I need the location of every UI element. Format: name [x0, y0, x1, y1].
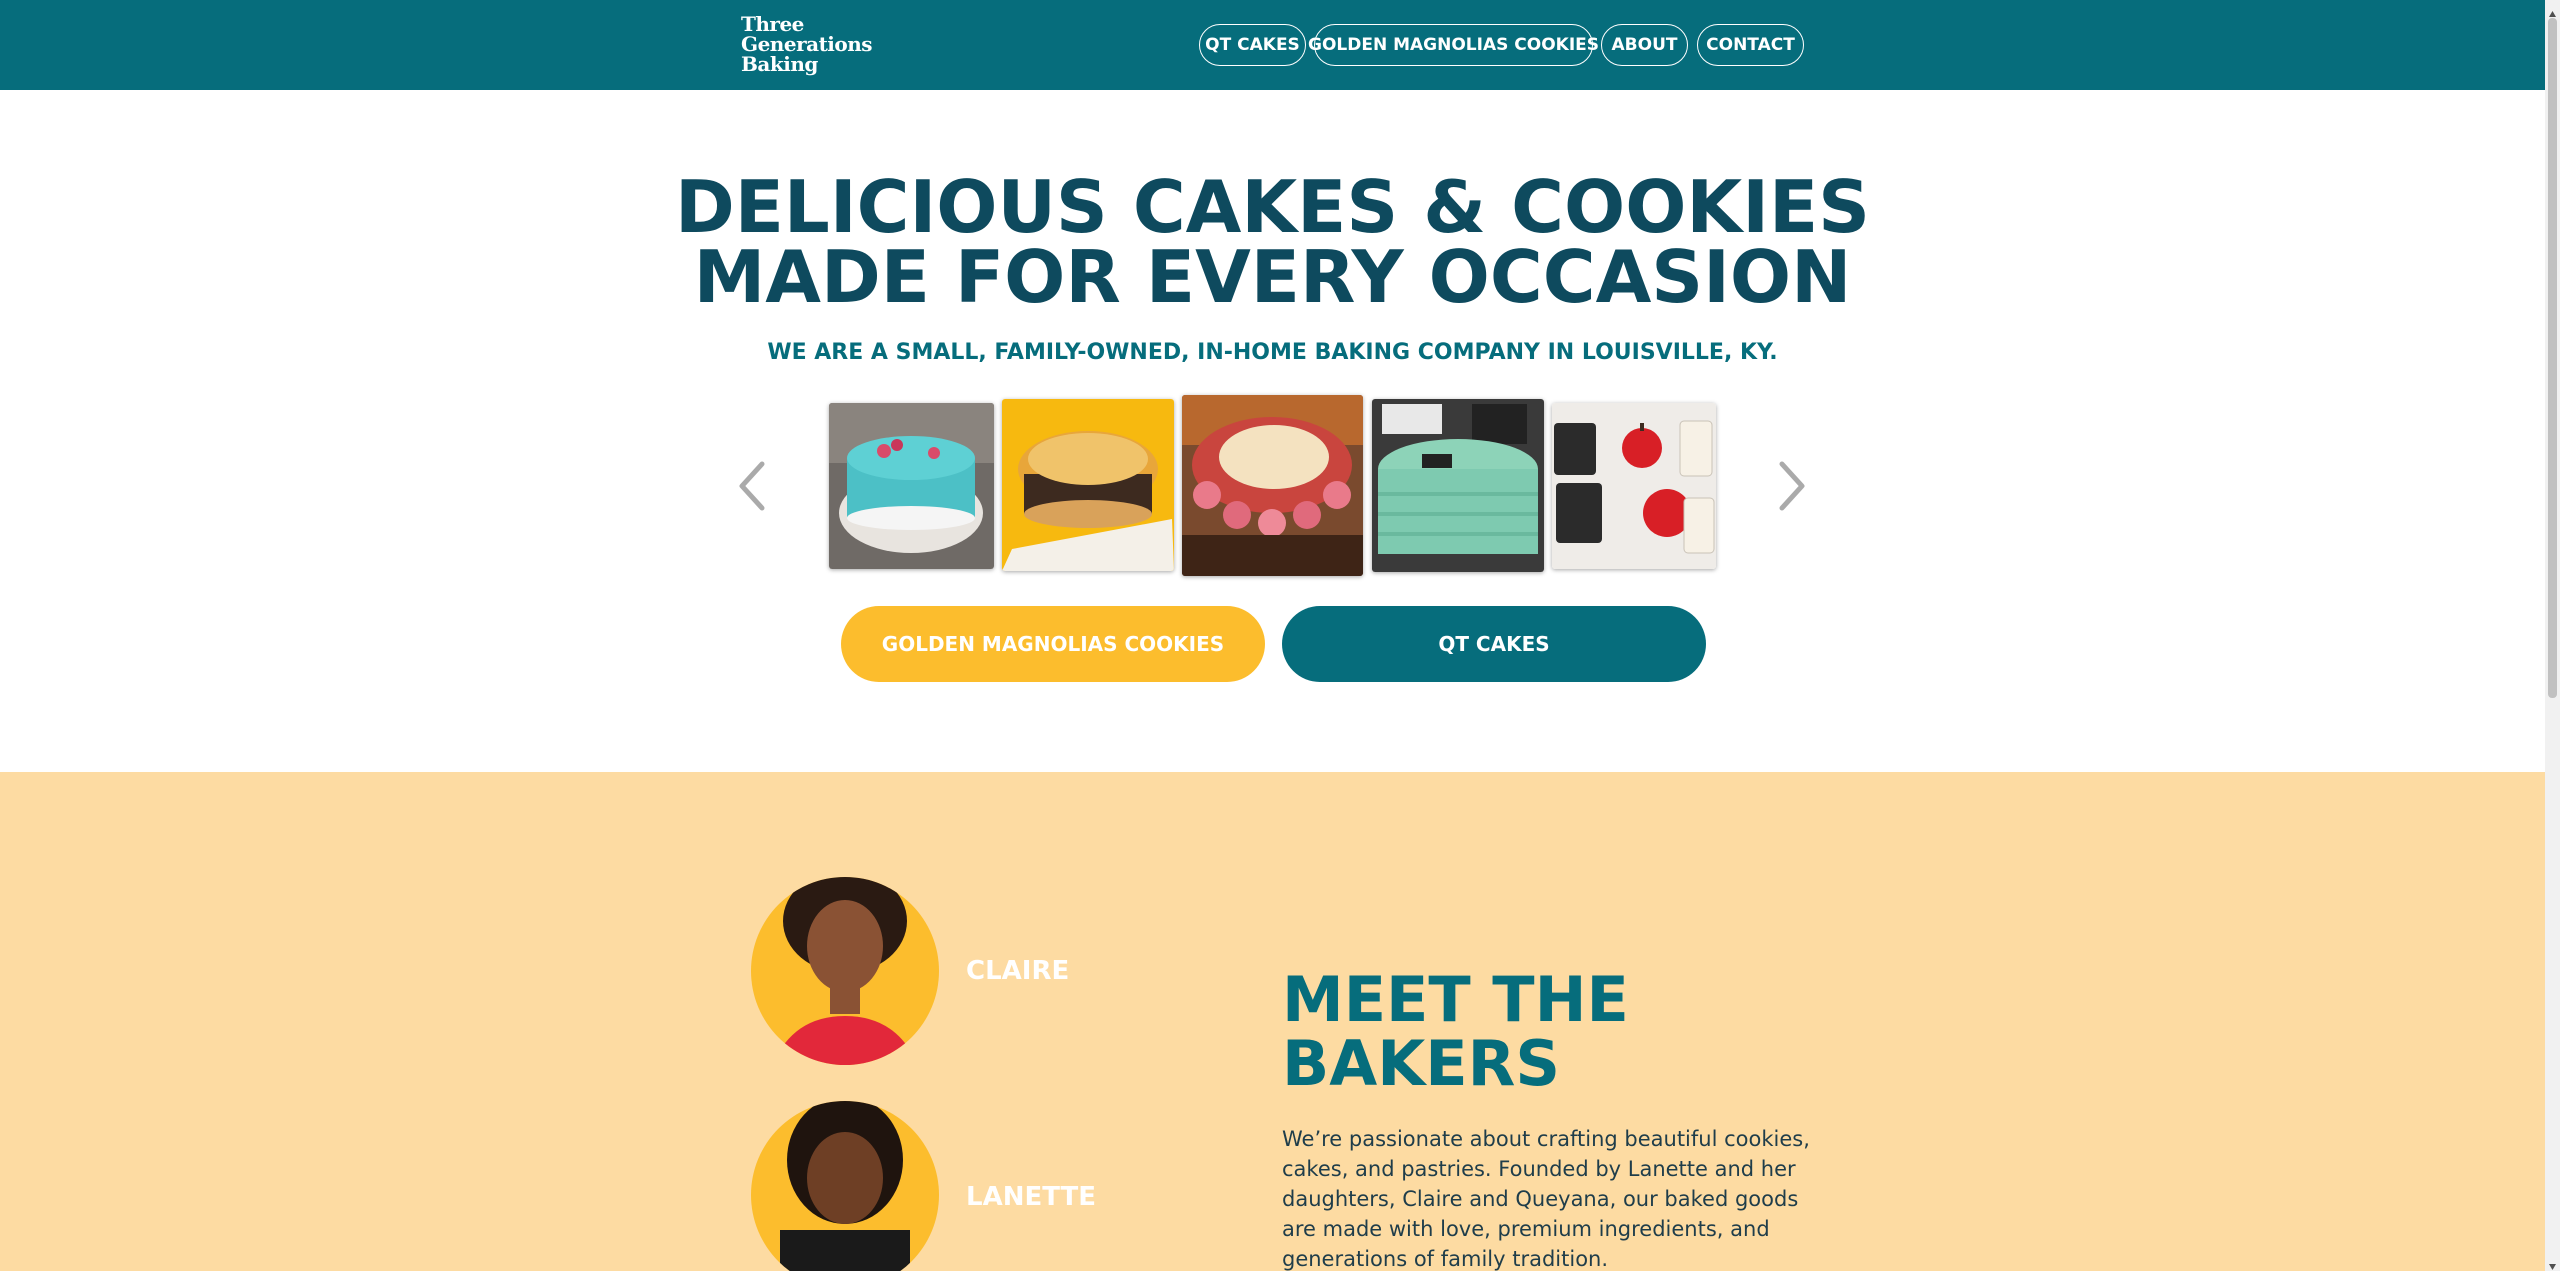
chevron-left-icon[interactable]: [732, 456, 772, 516]
baker-name-claire: CLAIRE: [966, 956, 1070, 986]
lanette-avatar: [750, 1090, 940, 1271]
meet-the-bakers-title: MEET THE BAKERS: [1282, 968, 1629, 1096]
scroll-up-icon[interactable]: [2548, 4, 2557, 17]
nav-golden-magnolias-cookies[interactable]: GOLDEN MAGNOLIAS COOKIES: [1308, 24, 1599, 66]
hero-title-line-1: DELICIOUS CAKES & COOKIES: [674, 165, 1871, 249]
meet-title-line-2: BAKERS: [1282, 1027, 1561, 1100]
meet-the-bakers-section: [0, 772, 2545, 1271]
back-to-school-cookies-photo[interactable]: [1552, 403, 1716, 569]
birthday-susan-cake-photo[interactable]: [1182, 395, 1363, 576]
makeup-birthday-cake-photo[interactable]: [1372, 399, 1544, 572]
logo-line-2: Generations: [741, 32, 873, 56]
baker-name-lanette: LANETTE: [966, 1182, 1097, 1212]
logo-line-3: Baking: [741, 52, 818, 76]
nav-about[interactable]: ABOUT: [1601, 24, 1688, 66]
golden-loaf-cake-photo[interactable]: [1002, 399, 1174, 571]
hero-title: DELICIOUS CAKES & COOKIES MADE FOR EVERY…: [0, 165, 2545, 319]
golden-magnolias-cookies-button[interactable]: GOLDEN MAGNOLIAS COOKIES: [841, 606, 1265, 682]
nav-qt-cakes[interactable]: QT CAKES: [1199, 24, 1306, 66]
chevron-right-icon[interactable]: [1772, 456, 1812, 516]
site-logo[interactable]: Three Generations Baking: [741, 12, 873, 76]
meet-title-line-1: MEET THE: [1282, 963, 1629, 1036]
blue-cake-photo[interactable]: [829, 403, 994, 569]
hero-subtitle: WE ARE A SMALL, FAMILY-OWNED, IN-HOME BA…: [767, 340, 1778, 365]
qt-cakes-button[interactable]: QT CAKES: [1282, 606, 1706, 682]
site-header: Three Generations Baking QT CAKES GOLDEN…: [0, 0, 2545, 90]
meet-the-bakers-paragraph: We’re passionate about crafting beautifu…: [1282, 1127, 1810, 1271]
claire-avatar: [750, 866, 940, 1066]
scrollbar-thumb[interactable]: [2548, 18, 2557, 698]
hero-title-line-2: MADE FOR EVERY OCCASION: [693, 235, 1852, 319]
logo-line-1: Three: [741, 12, 804, 36]
nav-contact[interactable]: CONTACT: [1697, 24, 1804, 66]
scroll-down-icon[interactable]: [2548, 1257, 2557, 1270]
